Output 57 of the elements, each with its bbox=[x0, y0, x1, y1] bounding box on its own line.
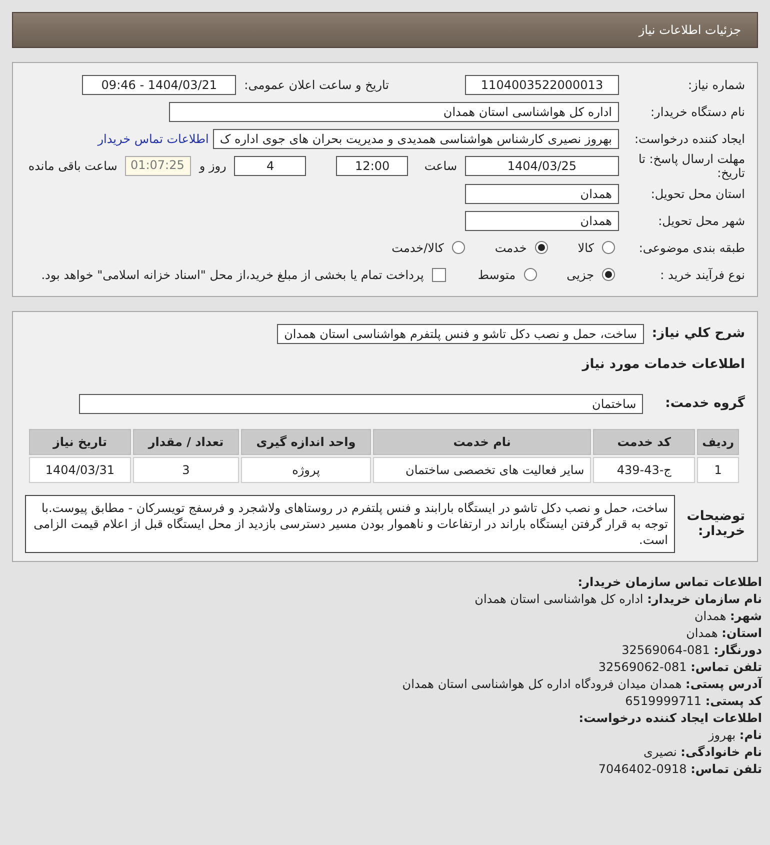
field-label: تاریخ و ساعت اعلان عمومی: bbox=[244, 78, 389, 92]
section-title: اطلاعات خدمات مورد نیاز bbox=[582, 357, 745, 372]
text-field[interactable]: 1404/03/21 - 09:46 bbox=[82, 74, 236, 94]
field-label: نوع فرآیند خرید : bbox=[659, 268, 745, 282]
remaining-time: 01:07:25 bbox=[125, 156, 192, 176]
column-header: واحد اندازه گیری bbox=[241, 429, 371, 455]
table-cell: 1 bbox=[697, 457, 739, 483]
field-label: نام دستگاه خریدار: bbox=[650, 104, 745, 118]
contact-line: آدرس پستی: همدان میدان فرودگاه اداره کل هواشناسی استان همدان bbox=[401, 676, 762, 693]
contact-line: شهر: همدان bbox=[693, 608, 762, 625]
field-label: طبقه بندی موضوعی: bbox=[638, 240, 745, 254]
field-label: گروه خدمت: bbox=[665, 396, 745, 411]
text-field[interactable]: بهروز نصیری کارشناس هواشناسی همدیدی و مدیریت بحران های جوی اداره ک bbox=[212, 128, 619, 148]
text-field[interactable]: همدان bbox=[465, 184, 619, 204]
field-label: ایجاد کننده درخواست: bbox=[633, 132, 745, 146]
text-field[interactable]: ساخت، حمل و نصب دکل تاشو و فنس پلتفرم هواشناسی استان همدان bbox=[277, 324, 644, 344]
field-label: استان محل تحویل: bbox=[650, 186, 745, 200]
option-label: کالا bbox=[578, 240, 594, 254]
field-label: مهلت ارسال پاسخ: تا تاریخ: bbox=[637, 152, 745, 180]
field-label: شرح کلي نياز: bbox=[652, 326, 745, 341]
notes-field[interactable]: ساخت، حمل و نصب دکل تاشو در ایستگاه بارابند و فنس پلتفرم در روستاهای ولاشجرد و فرسفج تویسرکان - مطابق پیوست.با توجه به قرار گرفتن ایستگاه باراند در ارتفاعات و ناهموار بودن مسیر دسترسی بازدید از محل ایستگاه قبل از اعلام قیمت الزامی است. bbox=[25, 495, 675, 553]
option-label: خدمت bbox=[494, 240, 527, 254]
field-label: شماره نیاز: bbox=[687, 78, 745, 92]
field-label: شهر محل تحویل: bbox=[657, 214, 745, 228]
column-header: نام خدمت bbox=[373, 429, 592, 455]
contact-line: نام سازمان خریدار: اداره کل هواشناسی استان همدان bbox=[474, 591, 762, 608]
text-field[interactable]: 1104003522000013 bbox=[465, 74, 619, 94]
table-cell: 3 bbox=[133, 457, 239, 483]
field-label: ساعت bbox=[424, 159, 457, 173]
option-label: متوسط bbox=[478, 268, 516, 282]
text-field[interactable]: ساختمان bbox=[79, 394, 644, 414]
option-label: پرداخت تمام یا بخشی از مبلغ خرید،از محل "اسناد خزانه اسلامی" خواهد بود. bbox=[41, 268, 424, 282]
text-field[interactable]: 4 bbox=[234, 156, 306, 176]
field-label: توضیحات خریدار: bbox=[686, 509, 745, 539]
table-cell: سایر فعالیت های تخصصی ساختمان bbox=[373, 457, 592, 483]
table-cell: پروژه bbox=[241, 457, 371, 483]
option-label: جزیی bbox=[566, 268, 594, 282]
contact-line: نام خانوادگی: نصیری bbox=[642, 744, 762, 761]
page-header: جزئیات اطلاعات نیاز bbox=[12, 12, 758, 48]
column-header: تعداد / مقدار bbox=[133, 429, 239, 455]
option-label: کالا/خدمت bbox=[392, 240, 444, 254]
section-heading: اطلاعات تماس سازمان خریدار: bbox=[576, 574, 762, 591]
contact-line: استان: همدان bbox=[685, 625, 762, 642]
column-header: کد خدمت bbox=[593, 429, 696, 455]
field-label: روز و bbox=[199, 159, 226, 173]
text-field[interactable]: همدان bbox=[465, 210, 619, 230]
contact-line: نام: بهروز bbox=[707, 727, 762, 744]
text-field[interactable]: اداره کل هواشناسی استان همدان bbox=[169, 102, 619, 122]
column-header: تاریخ نیاز bbox=[29, 429, 131, 455]
table-cell: ج-43-439 bbox=[593, 457, 696, 483]
section-heading: اطلاعات ایجاد کننده درخواست: bbox=[578, 710, 762, 727]
column-header: ردیف bbox=[697, 429, 739, 455]
table-cell: 1404/03/31 bbox=[29, 457, 131, 483]
text-field[interactable]: 1404/03/25 bbox=[465, 156, 619, 176]
buyer-contact-link[interactable]: اطلاعات تماس خریدار bbox=[98, 132, 209, 146]
text-field[interactable]: 12:00 bbox=[336, 156, 408, 176]
field-label: ساعت باقی مانده bbox=[28, 159, 118, 173]
